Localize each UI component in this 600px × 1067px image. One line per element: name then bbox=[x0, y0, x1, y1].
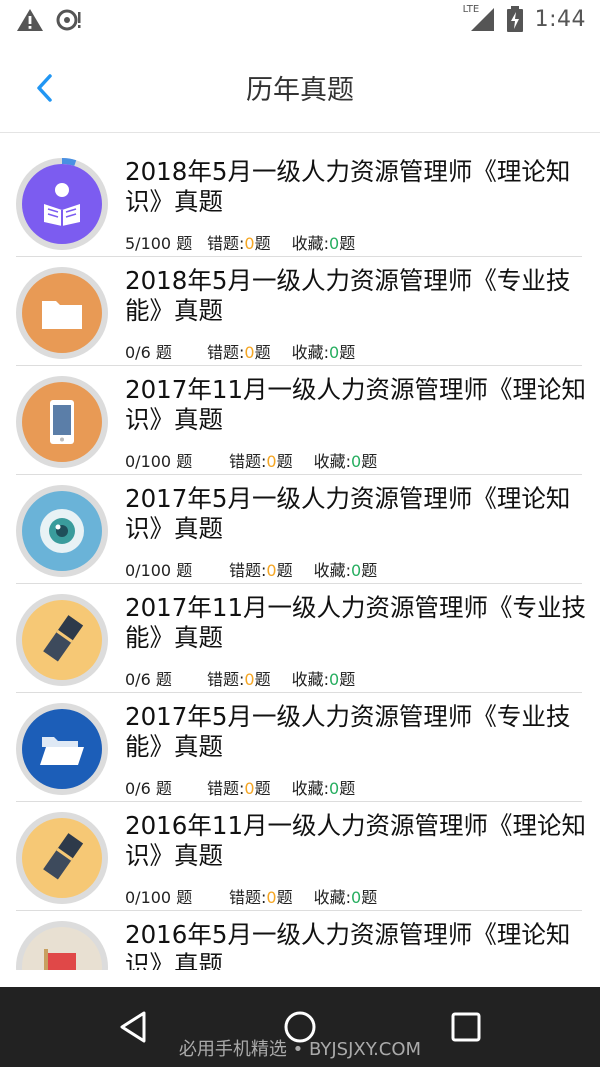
list-item[interactable]: 2017年11月一级人力资源管理师《理论知识》真题 0/100 题错题:0题 收藏… bbox=[16, 366, 586, 475]
item-stats: 0/100 题错题:0题 收藏:0题 bbox=[125, 884, 377, 908]
wrong-unit: 题 bbox=[254, 343, 271, 362]
wrong-count: 0 bbox=[266, 561, 277, 580]
signal-icon bbox=[470, 8, 494, 31]
list-item[interactable]: 2017年11月一级人力资源管理师《专业技能》真题 0/6 题错题:0题 收藏:0… bbox=[16, 584, 586, 693]
fav-label: 收藏: bbox=[291, 234, 329, 253]
fav-label: 收藏: bbox=[313, 561, 351, 580]
wrong-unit: 题 bbox=[254, 670, 271, 689]
fav-count: 0 bbox=[329, 343, 340, 362]
wrong-label: 错题: bbox=[207, 779, 245, 798]
wrong-count: 0 bbox=[266, 888, 277, 907]
wrong-unit: 题 bbox=[276, 452, 293, 471]
exam-list: 2018年5月一级人力资源管理师《理论知识》真题 5/100 题错题:0题 收藏:… bbox=[0, 148, 600, 970]
item-title: 2017年5月一级人力资源管理师《理论知识》真题 bbox=[125, 484, 571, 543]
reading-person-icon bbox=[22, 164, 102, 244]
item-stats: 5/100 题错题:0题 收藏:0题 bbox=[125, 230, 355, 254]
phone-icon bbox=[22, 382, 102, 462]
item-stats: 0/6 题错题:0题 收藏:0题 bbox=[125, 339, 355, 363]
list-item[interactable]: 2016年5月一级人力资源管理师《理论知识》真题 bbox=[16, 911, 582, 970]
item-title: 2018年5月一级人力资源管理师《专业技能》真题 bbox=[125, 266, 571, 325]
wrong-count: 0 bbox=[244, 779, 255, 798]
fav-label: 收藏: bbox=[291, 343, 329, 362]
progress-count: 0/100 题 bbox=[125, 888, 193, 907]
list-item[interactable]: 2017年5月一级人力资源管理师《理论知识》真题 0/100 题错题:0题 收藏:… bbox=[16, 475, 582, 584]
fav-count: 0 bbox=[351, 888, 362, 907]
warning-icon bbox=[17, 9, 43, 31]
app-header: 历年真题 bbox=[0, 40, 600, 133]
list-item[interactable]: 2016年11月一级人力资源管理师《理论知识》真题 0/100 题错题:0题 收藏… bbox=[16, 802, 586, 911]
watermark-text: 必用手机精选 • BYJSJXY.COM bbox=[178, 1039, 422, 1060]
item-title: 2017年11月一级人力资源管理师《理论知识》真题 bbox=[125, 375, 587, 434]
list-item[interactable]: 2017年5月一级人力资源管理师《专业技能》真题 0/6 题错题:0题 收藏:0题 bbox=[16, 693, 582, 802]
progress-count: 5/100 题 bbox=[125, 234, 193, 253]
wrong-unit: 题 bbox=[276, 561, 293, 580]
sd-card-icon bbox=[56, 9, 81, 31]
progress-count: 0/6 题 bbox=[125, 343, 172, 362]
status-bar: LTE 1:44 bbox=[0, 0, 600, 40]
item-stats: 0/6 题错题:0题 收藏:0题 bbox=[125, 775, 355, 799]
fav-count: 0 bbox=[329, 234, 340, 253]
wrong-unit: 题 bbox=[254, 234, 271, 253]
folder-icon bbox=[22, 273, 102, 353]
progress-ring bbox=[16, 158, 108, 250]
wrong-count: 0 bbox=[244, 234, 255, 253]
fav-unit: 题 bbox=[361, 888, 378, 907]
system-nav-bar: 必用手机精选 • BYJSJXY.COM bbox=[0, 987, 600, 1067]
progress-count: 0/6 题 bbox=[125, 779, 172, 798]
item-stats: 0/100 题错题:0题 收藏:0题 bbox=[125, 448, 377, 472]
flag-icon bbox=[22, 927, 102, 970]
item-stats: 0/100 题错题:0题 收藏:0题 bbox=[125, 557, 377, 581]
wrong-count: 0 bbox=[266, 452, 277, 471]
wrong-count: 0 bbox=[244, 343, 255, 362]
battery-charging-icon bbox=[506, 6, 523, 32]
wrong-unit: 题 bbox=[254, 779, 271, 798]
open-folder-icon bbox=[22, 709, 102, 789]
clock: 1:44 bbox=[534, 6, 586, 32]
fav-unit: 题 bbox=[361, 561, 378, 580]
progress-count: 0/100 题 bbox=[125, 561, 193, 580]
item-title: 2017年5月一级人力资源管理师《专业技能》真题 bbox=[125, 702, 571, 761]
fav-unit: 题 bbox=[361, 452, 378, 471]
item-title: 2016年11月一级人力资源管理师《理论知识》真题 bbox=[125, 811, 587, 870]
fav-unit: 题 bbox=[339, 779, 356, 798]
fav-label: 收藏: bbox=[291, 779, 329, 798]
fav-label: 收藏: bbox=[313, 888, 351, 907]
fav-count: 0 bbox=[351, 561, 362, 580]
item-title: 2017年11月一级人力资源管理师《专业技能》真题 bbox=[125, 593, 587, 652]
fav-label: 收藏: bbox=[291, 670, 329, 689]
fav-count: 0 bbox=[329, 779, 340, 798]
progress-count: 0/6 题 bbox=[125, 670, 172, 689]
fav-count: 0 bbox=[329, 670, 340, 689]
item-title: 2016年5月一级人力资源管理师《理论知识》真题 bbox=[125, 920, 571, 970]
fav-count: 0 bbox=[351, 452, 362, 471]
eraser-icon bbox=[22, 818, 102, 898]
wrong-label: 错题: bbox=[207, 343, 245, 362]
fav-unit: 题 bbox=[339, 670, 356, 689]
eraser-icon bbox=[22, 600, 102, 680]
wrong-unit: 题 bbox=[276, 888, 293, 907]
eye-icon bbox=[22, 491, 102, 571]
fav-unit: 题 bbox=[339, 343, 356, 362]
progress-count: 0/100 题 bbox=[125, 452, 193, 471]
item-title: 2018年5月一级人力资源管理师《理论知识》真题 bbox=[125, 157, 571, 216]
wrong-label: 错题: bbox=[207, 670, 245, 689]
wrong-label: 错题: bbox=[229, 452, 267, 471]
fav-label: 收藏: bbox=[313, 452, 351, 471]
list-item[interactable]: 2018年5月一级人力资源管理师《专业技能》真题 0/6 题错题:0题 收藏:0题 bbox=[16, 257, 582, 366]
page-title: 历年真题 bbox=[246, 75, 354, 106]
fav-unit: 题 bbox=[339, 234, 356, 253]
item-stats: 0/6 题错题:0题 收藏:0题 bbox=[125, 666, 355, 690]
wrong-label: 错题: bbox=[229, 561, 267, 580]
list-item[interactable]: 2018年5月一级人力资源管理师《理论知识》真题 5/100 题错题:0题 收藏:… bbox=[16, 148, 582, 257]
wrong-label: 错题: bbox=[229, 888, 267, 907]
wrong-label: 错题: bbox=[207, 234, 245, 253]
wrong-count: 0 bbox=[244, 670, 255, 689]
